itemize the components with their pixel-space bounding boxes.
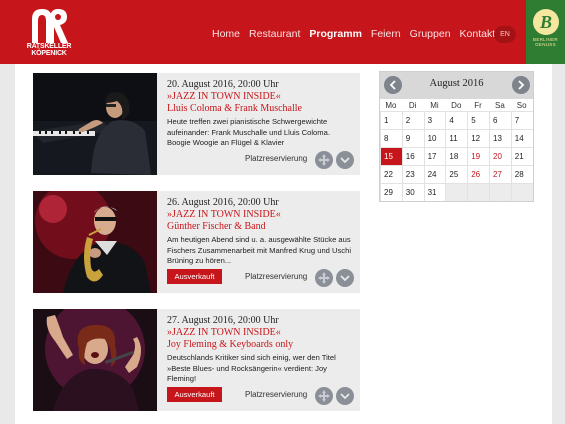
calendar-day: 29 <box>380 183 402 201</box>
calendar-day: 7 <box>510 111 533 129</box>
calendar-day[interactable]: 20 <box>489 147 511 165</box>
calendar-day: 9 <box>401 129 424 147</box>
nav-gruppen[interactable]: Gruppen <box>410 28 451 42</box>
event-date: 20. August 2016, 20:00 Uhr <box>167 79 279 90</box>
event-date: 27. August 2016, 20:00 Uhr <box>167 315 279 326</box>
calendar-day[interactable]: 26 <box>467 165 489 183</box>
calendar-empty-cell <box>445 183 468 201</box>
calendar-day[interactable]: 27 <box>489 165 511 183</box>
event-photo[interactable] <box>33 191 157 293</box>
calendar-day: 18 <box>445 147 468 165</box>
calendar-next-button[interactable] <box>512 76 530 94</box>
calendar-day: 23 <box>401 165 424 183</box>
move-icon[interactable] <box>315 387 333 405</box>
calendar-day[interactable]: 19 <box>467 147 489 165</box>
calendar-empty-cell <box>489 183 511 201</box>
move-icon[interactable] <box>315 151 333 169</box>
calendar-day[interactable]: 15 <box>380 147 402 165</box>
event-calendar: August 2016 Mo Di Mi Do Fr Sa So 1 2 3 4 5 6 7 8 9 10 11 1… <box>379 71 534 202</box>
event-info: 20. August 2016, 20:00 Uhr »JAZZ IN TOWN… <box>167 78 355 149</box>
saxophonist-photo-icon <box>33 191 157 293</box>
chevron-down-icon[interactable] <box>336 387 354 405</box>
calendar-month-title: August 2016 <box>429 78 484 89</box>
logo-text-line1: RATSKELLER <box>26 43 72 50</box>
calendar-day: 31 <box>423 183 446 201</box>
calendar-day: 24 <box>423 165 446 183</box>
reserve-link[interactable]: Platzreservierung <box>245 272 307 281</box>
weekday-label: Di <box>408 101 417 110</box>
calendar-day: 1 <box>380 111 402 129</box>
badge-text: BERLINER GENUSS <box>527 37 564 47</box>
reserve-link[interactable]: Platzreservierung <box>245 154 307 163</box>
weekday-label: Sa <box>495 101 505 110</box>
calendar-day: 22 <box>380 165 402 183</box>
event-description: Am heutigen Abend sind u. a. ausgewählte… <box>167 235 352 265</box>
event-card: 27. August 2016, 20:00 Uhr »JAZZ IN TOWN… <box>33 309 360 411</box>
logo-text-line2: KÖPENICK <box>31 50 67 57</box>
calendar-day: 16 <box>401 147 424 165</box>
reserve-link[interactable]: Platzreservierung <box>245 390 307 399</box>
pianist-photo-icon <box>33 73 157 175</box>
berliner-genuss-logo-icon: B <box>533 9 559 35</box>
event-card: 26. August 2016, 20:00 Uhr »JAZZ IN TOWN… <box>33 191 360 293</box>
calendar-day: 8 <box>380 129 402 147</box>
move-icon[interactable] <box>315 269 333 287</box>
site-header: RATSKELLER KÖPENICK Home Restaurant Prog… <box>0 0 565 64</box>
badge-text-line2: GENUSS <box>535 42 556 47</box>
calendar-day: 6 <box>489 111 511 129</box>
calendar-day: 14 <box>510 129 533 147</box>
chevron-down-icon[interactable] <box>336 269 354 287</box>
event-photo[interactable] <box>33 73 157 175</box>
event-photo[interactable] <box>33 309 157 411</box>
event-info: 26. August 2016, 20:00 Uhr »JAZZ IN TOWN… <box>167 196 355 267</box>
nav-programm[interactable]: Programm <box>309 28 362 42</box>
calendar-day: 28 <box>510 165 533 183</box>
logo-text: RATSKELLER KÖPENICK <box>26 43 72 57</box>
nav-feiern[interactable]: Feiern <box>371 28 401 42</box>
event-info: 27. August 2016, 20:00 Uhr »JAZZ IN TOWN… <box>167 314 355 385</box>
calendar-empty-cell <box>467 183 489 201</box>
event-title-series[interactable]: »JAZZ IN TOWN INSIDE« <box>167 91 355 103</box>
calendar-day: 21 <box>510 147 533 165</box>
calendar-day: 25 <box>445 165 468 183</box>
nav-home[interactable]: Home <box>212 28 240 42</box>
calendar-day: 17 <box>423 147 446 165</box>
calendar-day: 3 <box>423 111 446 129</box>
chevron-left-icon <box>389 80 396 90</box>
calendar-day: 11 <box>445 129 468 147</box>
weekday-label: Fr <box>474 101 482 110</box>
calendar-day: 13 <box>489 129 511 147</box>
calendar-day: 4 <box>445 111 468 129</box>
calendar-day: 5 <box>467 111 489 129</box>
calendar-day: 12 <box>467 129 489 147</box>
weekday-label: So <box>516 101 527 110</box>
calendar-prev-button[interactable] <box>384 76 402 94</box>
calendar-header: August 2016 <box>380 72 533 99</box>
event-card: 20. August 2016, 20:00 Uhr »JAZZ IN TOWN… <box>33 73 360 175</box>
nav-restaurant[interactable]: Restaurant <box>249 28 300 42</box>
event-title-series[interactable]: »JAZZ IN TOWN INSIDE« <box>167 327 355 339</box>
event-date: 26. August 2016, 20:00 Uhr <box>167 197 279 208</box>
main-nav: Home Restaurant Programm Feiern Gruppen … <box>212 28 504 42</box>
event-title-series[interactable]: »JAZZ IN TOWN INSIDE« <box>167 209 355 221</box>
chevron-down-icon[interactable] <box>336 151 354 169</box>
calendar-day: 30 <box>401 183 424 201</box>
language-switch-button[interactable]: EN <box>494 26 516 43</box>
singer-photo-icon <box>33 309 157 411</box>
chevron-right-icon <box>518 80 525 90</box>
nav-kontakt[interactable]: Kontakt <box>460 28 496 42</box>
event-title-artist[interactable]: Günther Fischer & Band <box>167 221 355 233</box>
sold-out-badge: Ausverkauft <box>167 387 222 402</box>
weekday-label: Mo <box>385 101 397 110</box>
sold-out-badge: Ausverkauft <box>167 269 222 284</box>
weekday-label: Mi <box>430 101 439 110</box>
weekday-label: Do <box>451 101 462 110</box>
calendar-day: 10 <box>423 129 446 147</box>
calendar-empty-cell <box>510 183 533 201</box>
event-title-artist[interactable]: Joy Fleming & Keyboards only <box>167 339 355 351</box>
event-description: Deutschlands Kritiker sind sich einig, w… <box>167 353 336 383</box>
calendar-day: 2 <box>401 111 424 129</box>
event-title-artist[interactable]: Lluis Coloma & Frank Muschalle <box>167 103 355 115</box>
event-description: Heute treffen zwei pianistische Schwerge… <box>167 117 330 147</box>
